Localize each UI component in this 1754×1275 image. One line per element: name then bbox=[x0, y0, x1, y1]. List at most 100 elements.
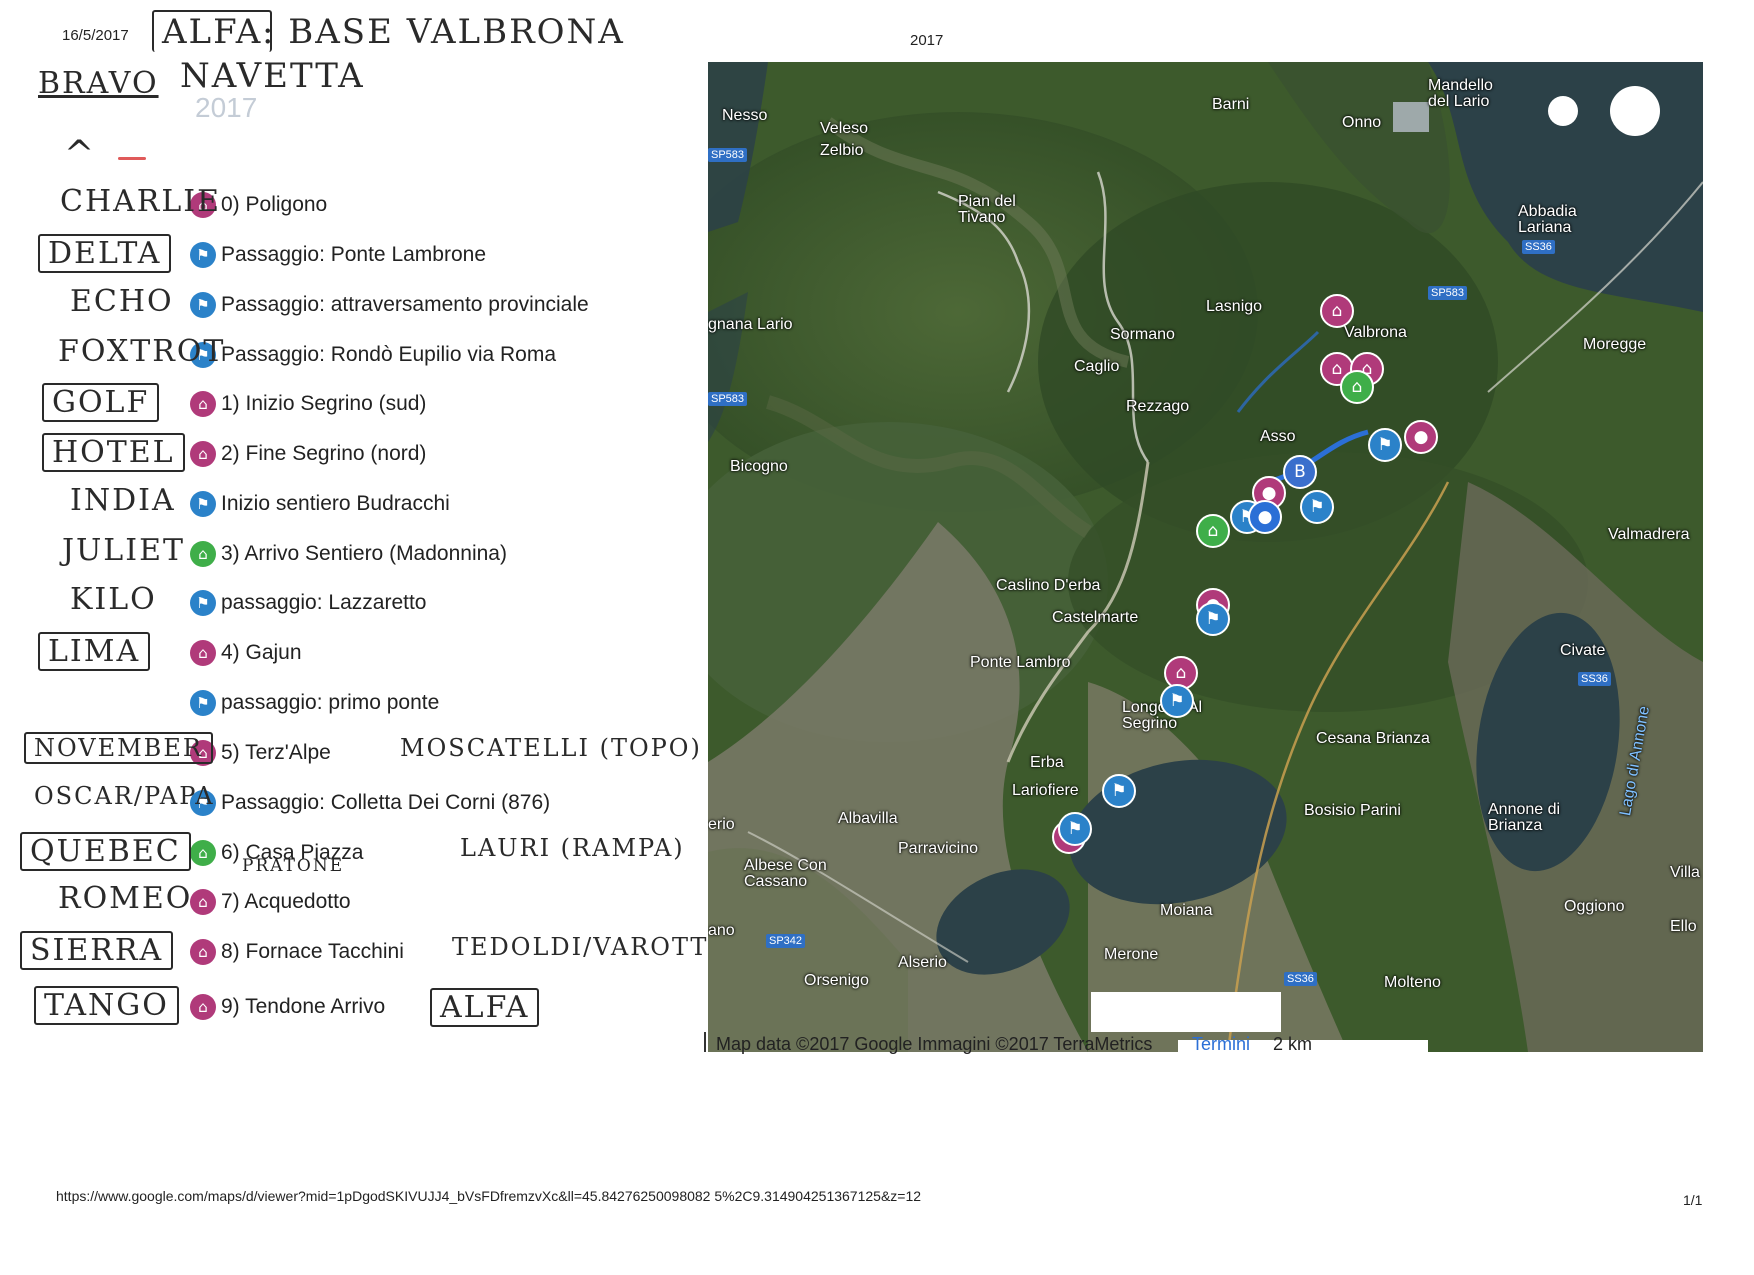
map-place-label: Alserio bbox=[898, 954, 947, 971]
handwritten-red-dash bbox=[118, 157, 146, 160]
map-place-label: Veleso bbox=[820, 120, 869, 137]
map-place-label: Molteno bbox=[1384, 974, 1441, 991]
legend-row[interactable]: ⌂ 7) Acquedotto bbox=[190, 887, 351, 917]
map-drop-marker-icon[interactable]: ● bbox=[1248, 500, 1282, 534]
map-place-label: Cesana Brianza bbox=[1316, 730, 1430, 747]
map-place-label: Mandello del Lario bbox=[1428, 77, 1493, 110]
handwritten-code: ECHO bbox=[70, 284, 174, 319]
map-place-label: Onno bbox=[1342, 114, 1382, 131]
map-hiker-marker-icon[interactable]: ⚑ bbox=[1196, 602, 1230, 636]
map-place-label: Asso bbox=[1260, 428, 1296, 445]
road-shield: SS36 bbox=[1522, 240, 1555, 254]
road-shield: SP342 bbox=[766, 934, 806, 948]
map-place-label: Orsenigo bbox=[804, 972, 869, 989]
map-hiker-marker-icon[interactable]: ⚑ bbox=[1160, 684, 1194, 718]
map-scale: 2 km bbox=[1273, 1034, 1313, 1054]
home-marker-icon: ⌂ bbox=[190, 889, 216, 915]
legend-row[interactable]: ⚑ Passaggio: attraversamento provinciale bbox=[190, 290, 589, 320]
map-place-label: Castelmarte bbox=[1052, 609, 1139, 626]
map-place-label: Civate bbox=[1560, 642, 1606, 659]
map-attribution: Map data ©2017 Google Immagini ©2017 Ter… bbox=[716, 1034, 1153, 1054]
home-marker-icon: ⌂ bbox=[190, 840, 216, 866]
legend-row[interactable]: ⚑ passaggio: primo ponte bbox=[190, 688, 439, 718]
map-place-label: Oggiono bbox=[1564, 898, 1625, 915]
legend-label: 8) Fornace Tacchini bbox=[221, 940, 404, 963]
home-marker-icon: ⌂ bbox=[190, 441, 216, 467]
legend-label: 7) Acquedotto bbox=[221, 890, 351, 913]
map-place-label: Abbadia Lariana bbox=[1518, 203, 1577, 236]
handwritten-caret-mark: ^ bbox=[64, 134, 97, 175]
handwritten-code: QUEBEC bbox=[20, 832, 191, 871]
legend-label: 5) Terz'Alpe bbox=[221, 741, 331, 764]
handwritten-code: LIMA bbox=[38, 632, 151, 671]
handwritten-code: HOTEL bbox=[42, 433, 185, 472]
legend-row[interactable]: ⚑ Inizio sentiero Budracchi bbox=[190, 489, 450, 519]
print-date: 16/5/2017 bbox=[62, 27, 129, 44]
page-url: https://www.google.com/maps/d/viewer?mid… bbox=[56, 1188, 922, 1204]
map-hiker-marker-icon[interactable]: ⚑ bbox=[1368, 428, 1402, 462]
legend-label: passaggio: primo ponte bbox=[221, 691, 440, 714]
map-place-label: Parravicino bbox=[898, 840, 979, 857]
handwritten-note: ALFA bbox=[430, 988, 540, 1027]
handwritten-code: ROMEO bbox=[58, 881, 193, 916]
legend-row[interactable]: ⌂ 2) Fine Segrino (nord) bbox=[190, 439, 426, 469]
map-drop-marker-icon[interactable]: ● bbox=[1404, 420, 1438, 454]
road-shield: SS36 bbox=[1578, 672, 1611, 686]
home-marker-icon: ⌂ bbox=[190, 640, 216, 666]
home-marker-icon: ⌂ bbox=[190, 391, 216, 417]
legend-label: 9) Tendone Arrivo bbox=[221, 995, 386, 1018]
map-home-marker-icon[interactable]: ⌂ bbox=[1196, 514, 1230, 548]
legend-label: 2) Fine Segrino (nord) bbox=[221, 442, 427, 465]
legend-row[interactable]: ⌂ 6) Casa Piazza PRATONE bbox=[190, 838, 363, 876]
legend-row[interactable]: ⌂ 9) Tendone Arrivo bbox=[190, 992, 385, 1022]
map-place-label: Bicogno bbox=[730, 458, 788, 475]
map-footer-left-edge bbox=[704, 1032, 706, 1052]
shuttle-code-bravo: BRAVO bbox=[38, 66, 159, 101]
handwritten-code: SIERRA bbox=[20, 931, 174, 970]
faded-year: 2017 bbox=[195, 92, 258, 123]
map-place-label: gnana Lario bbox=[708, 316, 793, 333]
handwritten-code: FOXTROT bbox=[58, 334, 226, 369]
map-place-label: erio bbox=[708, 816, 735, 833]
map-place-label: Ponte Lambro bbox=[970, 654, 1071, 671]
map-place-label: Nesso bbox=[722, 107, 768, 124]
map-place-label: Erba bbox=[1030, 754, 1064, 771]
handwritten-code: INDIA bbox=[70, 483, 176, 518]
legend-label: 4) Gajun bbox=[221, 641, 302, 664]
handwritten-code: NOVEMBER bbox=[24, 732, 213, 764]
map-hiker-marker-icon[interactable]: ⚑ bbox=[1058, 812, 1092, 846]
hiker-marker-icon: ⚑ bbox=[190, 292, 216, 318]
map-place-label: Caslino D'erba bbox=[996, 577, 1101, 594]
map-place-label: Moiana bbox=[1160, 902, 1213, 919]
map-marker-bravo[interactable]: B bbox=[1283, 455, 1317, 489]
map-place-label: Pian del Tivano bbox=[958, 193, 1016, 226]
map-home-marker-icon[interactable]: ⌂ bbox=[1340, 370, 1374, 404]
map-hiker-marker-icon[interactable]: ⚑ bbox=[1102, 774, 1136, 808]
hiker-marker-icon: ⚑ bbox=[190, 491, 216, 517]
legend-row[interactable]: ⌂ 4) Gajun bbox=[190, 638, 302, 668]
legend-label: Passaggio: attraversamento provinciale bbox=[221, 293, 589, 316]
satellite-map[interactable]: Nesso Veleso Zelbio Barni Mandello del Lario… bbox=[708, 62, 1703, 1052]
handwritten-code: JULIET bbox=[62, 533, 185, 568]
map-home-marker-icon[interactable]: ⌂ bbox=[1320, 294, 1354, 328]
handwritten-code: TANGO bbox=[34, 986, 179, 1025]
hiker-marker-icon: ⚑ bbox=[190, 590, 216, 616]
handwritten-code: GOLF bbox=[42, 383, 160, 422]
map-terms-link[interactable]: Termini bbox=[1192, 1034, 1250, 1055]
map-place-label: Bosisio Parini bbox=[1304, 802, 1401, 819]
road-shield: SP583 bbox=[708, 148, 748, 162]
legend-row[interactable]: ⚑ passaggio: Lazzaretto bbox=[190, 588, 426, 618]
map-place-label: Sormano bbox=[1110, 326, 1175, 343]
legend-row[interactable]: ⚑ Passaggio: Colletta Dei Corni (876) bbox=[190, 788, 550, 818]
legend-row[interactable]: ⚑ Passaggio: Ponte Lambrone bbox=[190, 240, 486, 270]
handwritten-code: CHARLIE bbox=[60, 184, 222, 219]
shuttle-description: NAVETTA bbox=[180, 56, 365, 96]
legend-row[interactable]: ⚑ Passaggio: Rondò Eupilio via Roma bbox=[190, 340, 556, 370]
map-hiker-marker-icon[interactable]: ⚑ bbox=[1300, 490, 1334, 524]
legend-row[interactable]: ⌂ 1) Inizio Segrino (sud) bbox=[190, 389, 426, 419]
map-marker-white-large bbox=[1610, 86, 1660, 136]
legend-row[interactable]: ⌂ 3) Arrivo Sentiero (Madonnina) bbox=[190, 539, 507, 569]
map-place-label: ano bbox=[708, 922, 735, 939]
legend-row[interactable]: ⌂ 8) Fornace Tacchini bbox=[190, 937, 404, 967]
legend-label: Passaggio: Colletta Dei Corni (876) bbox=[221, 791, 551, 814]
